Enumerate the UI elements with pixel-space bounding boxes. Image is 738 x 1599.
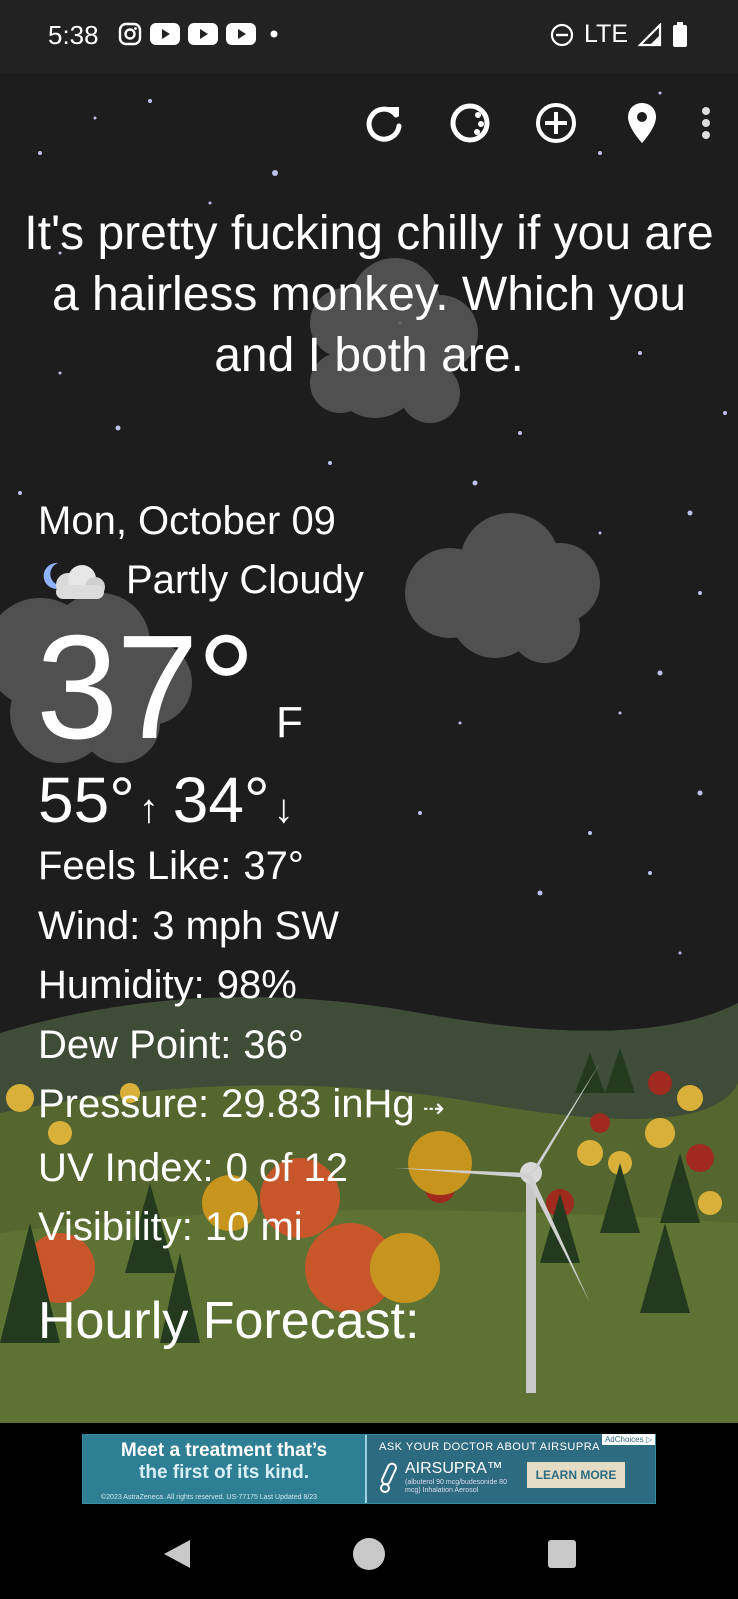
location-button[interactable] [618,99,666,147]
location-pin-icon [628,103,656,143]
low-temp: 34° [172,764,270,836]
do-not-disturb-icon [550,23,574,46]
detail-feels-like: Feels Like: 37° [38,837,444,897]
detail-label: Pressure: [38,1082,210,1126]
high-low: 55° ↑ 34° ↓ [38,763,308,837]
high-arrow: ↑ [138,787,159,831]
weather-quote: It's pretty fucking chilly if you are a … [24,207,714,382]
ad-subheadline: the first of its kind. [139,1462,309,1483]
pressure-trend-icon: ⇢ [422,1093,445,1123]
network-type: LTE [584,20,628,48]
partly-cloudy-night-icon [43,562,105,599]
condition-row: Partly Cloudy [38,557,364,603]
adchoices-link[interactable]: AdChoices ▷ [601,1434,655,1445]
youtube-icon [226,23,256,45]
detail-uv-index: UV Index: 0 of 12 [38,1139,444,1199]
ad-right-panel: ASK YOUR DOCTOR ABOUT AIRSUPRA AIRSUPRA™… [365,1434,655,1503]
ad-banner[interactable]: Meet a treatment that’s the first of its… [82,1434,656,1504]
back-icon [164,1540,190,1568]
detail-value: 3 mph SW [152,903,339,948]
status-bar: 5:38 LTE [0,0,738,73]
detail-label: UV Index: [38,1145,214,1190]
recents-icon [548,1540,576,1568]
high-temp: 55° [38,764,135,836]
learn-more-button[interactable]: LEARN MORE [527,1462,625,1488]
home-icon [353,1538,385,1570]
back-button[interactable] [152,1529,202,1579]
theme-icon [450,103,490,143]
detail-humidity: Humidity: 98% [38,956,444,1016]
overflow-menu-button[interactable] [694,99,718,147]
theme-button[interactable] [446,99,494,147]
signal-icon [638,22,662,46]
refresh-button[interactable] [360,99,408,147]
dot-icon [270,30,278,38]
ad-left-panel: Meet a treatment that’s the first of its… [83,1435,365,1503]
weather-details: Feels Like: 37° Wind: 3 mph SW Humidity: 98… [38,837,444,1258]
add-location-icon [536,103,576,143]
detail-value: 98% [216,963,297,1007]
hourly-forecast-heading: Hourly Forecast: [38,1292,420,1350]
home-button[interactable] [344,1529,394,1579]
detail-label: Visibility: [38,1205,193,1249]
ad-fine-print: ©2023 AstraZeneca. All rights reserved. … [101,1494,318,1501]
ad-brand: AIRSUPRA™ [405,1460,503,1477]
temperature-unit: F [276,698,303,747]
toolbar [322,99,718,147]
battery-icon [673,21,687,47]
ad-ask-text: ASK YOUR DOCTOR ABOUT AIRSUPRA [379,1441,600,1453]
detail-label: Feels Like: [38,844,232,888]
detail-value: 36° [243,1022,304,1067]
detail-label: Humidity: [38,963,205,1007]
ad-brand-fine: (albuterol 90 mcg/budesonide 80 mcg) Inh… [405,1479,507,1494]
detail-visibility: Visibility: 10 mi [38,1198,444,1258]
notification-icons [118,22,284,46]
overflow-menu-icon [702,107,710,139]
youtube-icon [188,23,218,45]
ad-container: Meet a treatment that’s the first of its… [0,1423,738,1509]
detail-value: 37° [243,844,304,888]
refresh-icon [366,106,402,142]
ad-headline: Meet a treatment that’s [120,1440,328,1461]
detail-label: Wind: [38,903,141,948]
youtube-icon [150,23,180,45]
detail-label: Dew Point: [38,1022,232,1067]
instagram-icon [118,22,142,46]
add-location-button[interactable] [532,99,580,147]
system-icons: LTE [550,20,688,49]
weather-scene: It's pretty fucking chilly if you are a … [0,73,738,1423]
current-temperature: 37° [36,605,256,770]
detail-value: 10 mi [204,1205,303,1249]
detail-value: 0 of 12 [225,1145,348,1190]
recents-button[interactable] [537,1529,587,1579]
status-time: 5:38 [48,20,99,50]
detail-pressure: Pressure: 29.83 inHg ⇢ [38,1075,444,1139]
low-arrow: ↓ [273,787,294,831]
detail-wind: Wind: 3 mph SW [38,897,444,957]
condition-text: Partly Cloudy [126,557,364,602]
navigation-bar [0,1509,738,1599]
detail-value: 29.83 inHg [221,1082,415,1126]
detail-dew-point: Dew Point: 36° [38,1016,444,1076]
forecast-date: Mon, October 09 [38,499,336,543]
inhaler-icon [380,1462,397,1493]
